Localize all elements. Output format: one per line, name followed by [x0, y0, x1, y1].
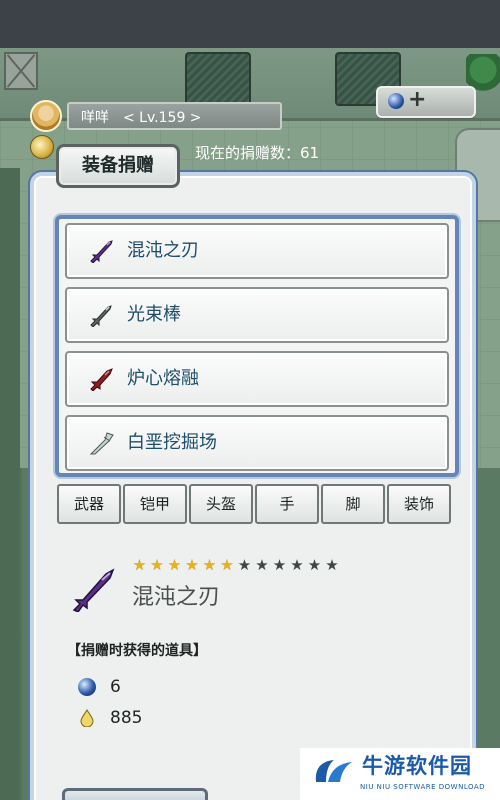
star-empty-icon: ★ — [325, 556, 339, 574]
list-item[interactable]: 光束棒 — [65, 287, 449, 343]
tab-hand[interactable]: 手 — [255, 484, 319, 524]
rewards-title: 【捐赠时获得的道具】 — [67, 643, 207, 659]
tab-foot[interactable]: 脚 — [321, 484, 385, 524]
drop-icon — [80, 709, 94, 727]
tab-accessory[interactable]: 装饰 — [387, 484, 451, 524]
player-name: 咩咩 — [81, 110, 109, 126]
chalk-dig-icon — [89, 432, 114, 455]
item-name: 炉心熔融 — [127, 368, 199, 389]
player-avatar[interactable] — [30, 100, 62, 132]
chaos-blade-icon — [90, 240, 113, 263]
reward-value: 6 — [110, 677, 121, 697]
crate-icon — [4, 52, 38, 90]
star-empty-icon: ★ — [237, 556, 252, 574]
category-tabs: 武器 铠甲 头盔 手 脚 装饰 — [57, 484, 455, 526]
gem-orb-icon — [388, 93, 404, 109]
room-pillar — [0, 168, 20, 800]
beam-rod-icon — [90, 305, 112, 327]
star-empty-icon: ★ — [255, 556, 269, 574]
item-name: 混沌之刃 — [127, 240, 199, 261]
list-item[interactable]: 白垩挖掘场 — [65, 415, 449, 471]
detail-item-name: 混沌之刃 — [132, 585, 221, 610]
watermark: 牛游软件园 NIU NIU SOFTWARE DOWNLOAD — [300, 748, 500, 800]
star-filled-icon: ★ — [185, 556, 199, 574]
status-bar — [0, 0, 500, 48]
orb-icon — [78, 678, 96, 696]
star-empty-icon: ★ — [272, 556, 287, 574]
tab-weapon[interactable]: 武器 — [57, 484, 121, 524]
tab-helmet[interactable]: 头盔 — [189, 484, 253, 524]
star-filled-icon: ★ — [167, 556, 182, 574]
donation-count: 现在的捐赠数：61 — [195, 144, 320, 162]
add-gems-button[interactable]: + — [376, 86, 476, 118]
player-name-plate: 咩咩 < Lv.159 > — [67, 102, 282, 130]
star-empty-icon: ★ — [307, 556, 322, 574]
tab-armor[interactable]: 铠甲 — [123, 484, 187, 524]
player-level: < Lv.159 > — [123, 110, 202, 126]
star-filled-icon: ★ — [150, 556, 164, 574]
equipment-list: 混沌之刃 光束棒 炉心熔融 白垩挖掘场 — [55, 215, 459, 477]
donate-button[interactable] — [62, 788, 208, 800]
game-screen: 咩咩 < Lv.159 > + 现在的捐赠数：61 装备捐赠 混沌之刃 光束棒 — [0, 0, 500, 800]
item-name: 光束棒 — [127, 304, 181, 325]
reward-value: 885 — [110, 708, 143, 728]
watermark-name: 牛游软件园 — [362, 754, 472, 778]
star-filled-icon: ★ — [202, 556, 217, 574]
star-empty-icon: ★ — [290, 556, 304, 574]
list-item[interactable]: 炉心熔融 — [65, 351, 449, 407]
star-filled-icon: ★ — [220, 556, 234, 574]
star-filled-icon: ★ — [132, 556, 147, 574]
chaos-blade-icon — [72, 568, 115, 612]
list-item[interactable]: 混沌之刃 — [65, 223, 449, 279]
plus-icon: + — [408, 87, 427, 112]
bed-icon — [185, 52, 251, 106]
watermark-subtitle: NIU NIU SOFTWARE DOWNLOAD — [360, 783, 486, 791]
meltdown-sword-icon — [90, 368, 113, 391]
panel-title: 装备捐赠 — [56, 144, 180, 188]
item-name: 白垩挖掘场 — [127, 432, 217, 453]
coin-icon — [30, 135, 54, 159]
watermark-logo-icon — [315, 760, 352, 782]
